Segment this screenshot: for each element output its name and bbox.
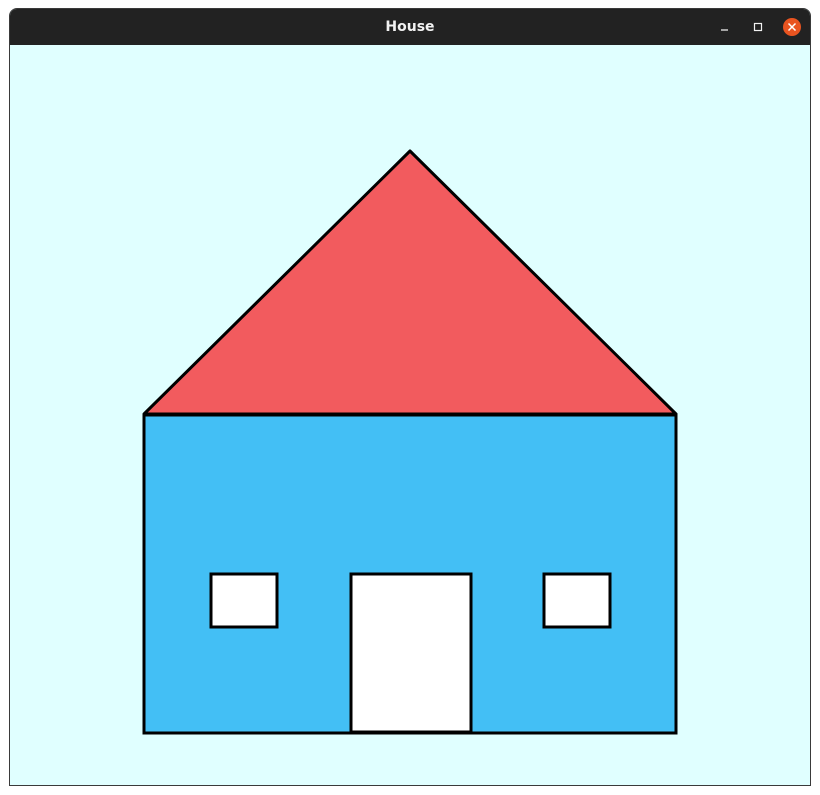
app-window: House [9, 8, 811, 786]
left-window [209, 572, 279, 629]
house-drawing [142, 149, 678, 735]
right-window [542, 572, 612, 629]
window-title: House [385, 19, 435, 35]
title-bar[interactable]: House [10, 9, 810, 45]
door [349, 572, 473, 734]
roof [142, 149, 678, 416]
maximize-icon[interactable] [748, 17, 768, 37]
minimize-icon[interactable] [715, 17, 735, 37]
close-icon[interactable] [782, 17, 802, 37]
drawing-canvas [10, 45, 810, 785]
